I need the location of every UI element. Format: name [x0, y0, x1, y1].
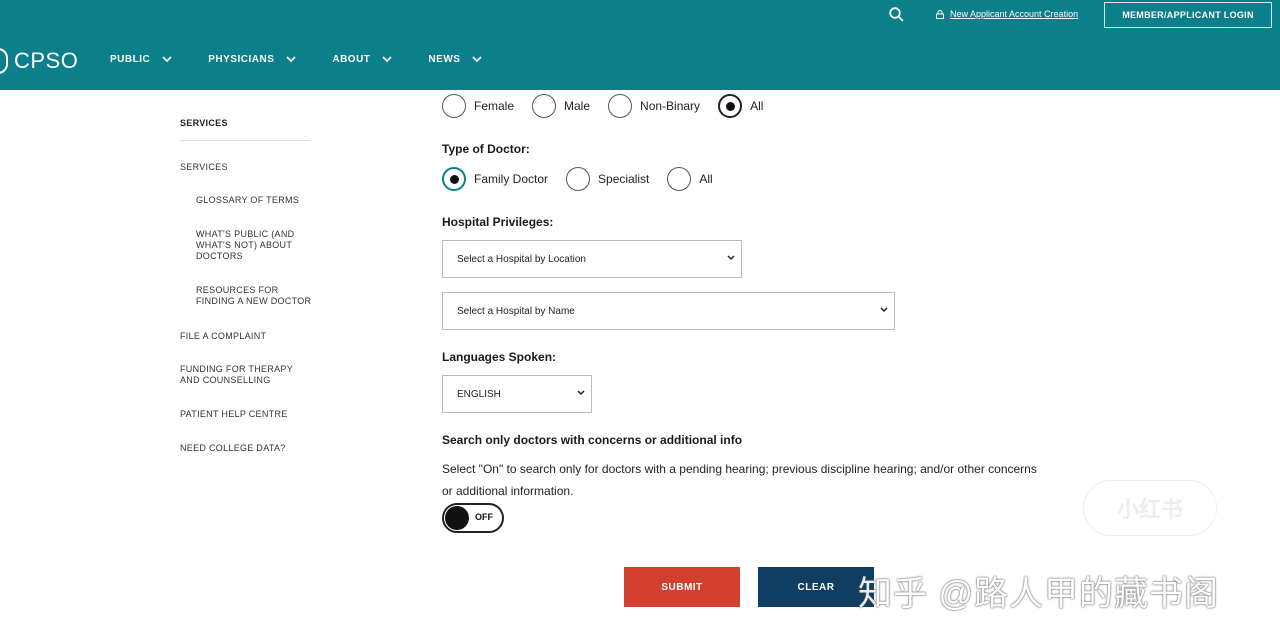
- language-value: ENGLISH: [457, 388, 501, 400]
- site-header: CPSO PUBLIC PHYSICIANS ABOUT NEWS New Ap…: [0, 0, 1280, 90]
- sidebar-item-college-data[interactable]: NEED COLLEGE DATA?: [180, 443, 310, 454]
- zhihu-watermark: 知乎 @路人甲的藏书阁: [858, 575, 1219, 613]
- gender-nonbinary-radio[interactable]: [608, 94, 633, 118]
- nav-about[interactable]: ABOUT: [332, 54, 393, 65]
- sidebar-item-glossary[interactable]: GLOSSARY OF TERMS: [180, 195, 310, 206]
- concerns-description: Select "On" to search only for doctors w…: [442, 462, 1037, 498]
- sidebar: SERVICES SERVICES GLOSSARY OF TERMS WHAT…: [180, 118, 320, 453]
- nav-physicians[interactable]: PHYSICIANS: [208, 54, 296, 65]
- hospital-location-select[interactable]: Select a Hospital by Location: [442, 240, 742, 278]
- sidebar-heading: SERVICES: [180, 118, 310, 141]
- sidebar-item-whats-public[interactable]: WHAT'S PUBLIC (AND WHAT'S NOT) ABOUT DOC…: [180, 229, 300, 262]
- doctor-specialist-radio[interactable]: [566, 167, 591, 191]
- gender-male-label: Male: [564, 99, 591, 113]
- clear-button[interactable]: CLEAR: [758, 567, 874, 607]
- sidebar-item-services[interactable]: SERVICES: [180, 162, 310, 173]
- sidebar-item-file-complaint[interactable]: FILE A COMPLAINT: [180, 331, 310, 342]
- lock-icon: [936, 9, 944, 19]
- gender-female-label: Female: [474, 99, 515, 113]
- languages-label: Languages Spoken:: [442, 350, 557, 364]
- submit-button[interactable]: SUBMIT: [624, 567, 740, 607]
- gender-male-radio[interactable]: [532, 94, 557, 118]
- main-nav: PUBLIC PHYSICIANS ABOUT NEWS: [110, 54, 518, 65]
- language-select[interactable]: ENGLISH: [442, 375, 592, 413]
- nav-public-label: PUBLIC: [110, 54, 151, 65]
- gender-nonbinary-label: Non-Binary: [640, 99, 701, 113]
- cpso-logo[interactable]: CPSO: [0, 48, 78, 74]
- new-account-link-label: New Applicant Account Creation: [950, 9, 1079, 19]
- chevron-down-icon: [727, 255, 735, 261]
- doctor-type-label: Type of Doctor:: [442, 142, 530, 156]
- gender-all-label: All: [750, 99, 764, 113]
- nav-about-label: ABOUT: [332, 54, 371, 65]
- search-icon[interactable]: [889, 7, 904, 22]
- logo-mark-icon: [0, 48, 8, 74]
- chevron-down-icon: [162, 56, 172, 63]
- xiaohongshu-watermark-badge: 小红书: [1083, 480, 1217, 536]
- gender-female-radio[interactable]: [442, 94, 466, 118]
- hospital-label: Hospital Privileges:: [442, 215, 554, 229]
- doctor-type-radio-group: Family Doctor Specialist All: [442, 167, 731, 191]
- sidebar-item-patient-help[interactable]: PATIENT HELP CENTRE: [180, 409, 310, 420]
- concerns-label: Search only doctors with concerns or add…: [442, 433, 743, 447]
- chevron-down-icon: [286, 56, 296, 63]
- doctor-family-radio[interactable]: [442, 167, 466, 191]
- sidebar-item-resources[interactable]: RESOURCES FOR FINDING A NEW DOCTOR: [180, 285, 315, 307]
- new-account-link[interactable]: New Applicant Account Creation: [936, 9, 1078, 19]
- logo-text: CPSO: [14, 48, 79, 73]
- nav-physicians-label: PHYSICIANS: [208, 54, 275, 65]
- chevron-down-icon: [880, 307, 888, 313]
- nav-news[interactable]: NEWS: [428, 54, 483, 65]
- radio-selected-dot: [449, 174, 459, 184]
- chevron-down-icon: [382, 56, 393, 63]
- hospital-location-value: Select a Hospital by Location: [457, 253, 586, 265]
- doctor-family-label: Family Doctor: [474, 172, 549, 186]
- member-login-button[interactable]: MEMBER/APPLICANT LOGIN: [1104, 2, 1272, 28]
- chevron-down-icon: [577, 390, 585, 396]
- doctor-all-label: All: [699, 172, 713, 186]
- hospital-name-value: Select a Hospital by Name: [457, 305, 575, 317]
- gender-radio-group: Female Male Non-Binary All: [442, 94, 781, 118]
- doctor-all-radio[interactable]: [667, 167, 692, 191]
- chevron-down-icon: [472, 56, 483, 63]
- radio-selected-dot: [725, 101, 735, 111]
- nav-news-label: NEWS: [428, 54, 461, 65]
- toggle-state-label: OFF: [475, 512, 493, 522]
- concerns-toggle[interactable]: OFF: [442, 503, 504, 533]
- nav-public[interactable]: PUBLIC: [110, 54, 172, 65]
- toggle-knob: [445, 506, 469, 530]
- sidebar-item-funding[interactable]: FUNDING FOR THERAPY AND COUNSELLING: [180, 364, 315, 386]
- doctor-specialist-label: Specialist: [598, 172, 650, 186]
- gender-all-radio[interactable]: [718, 94, 743, 118]
- hospital-name-select[interactable]: Select a Hospital by Name: [442, 292, 895, 330]
